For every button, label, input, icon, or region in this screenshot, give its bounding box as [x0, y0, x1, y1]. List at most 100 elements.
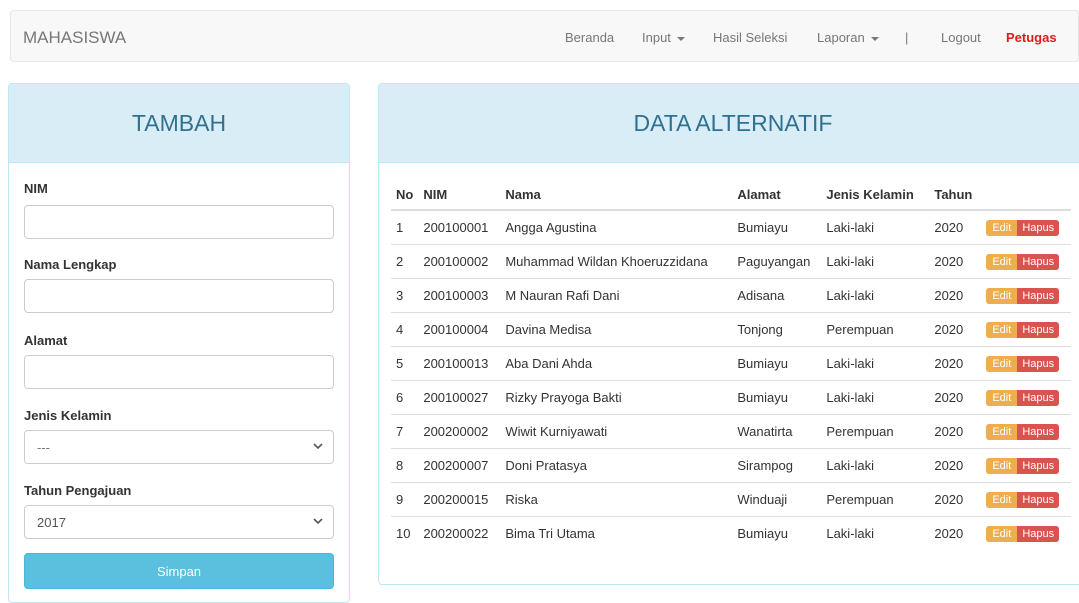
cell-nama: Doni Pratasya — [500, 448, 733, 483]
jenis-kelamin-value: --- — [37, 440, 50, 455]
table-row: 6 200100027 Rizky Prayoga Bakti Bumiayu Laki… — [391, 380, 1072, 415]
th-tahun: Tahun — [929, 179, 982, 211]
nav-laporan-label: Laporan — [817, 30, 865, 45]
table-body: 1 200100001 Angga Agustina Bumiayu Laki-laki… — [391, 209, 1072, 550]
hapus-button[interactable]: Hapus — [1017, 254, 1060, 270]
cell-actions: Edit Hapus — [981, 278, 1072, 313]
cell-jenis-kelamin: Perempuan — [821, 414, 930, 449]
cell-actions: Edit Hapus — [981, 312, 1072, 347]
nav-hasil-seleksi[interactable]: Hasil Seleksi — [713, 30, 787, 45]
cell-jenis-kelamin: Perempuan — [821, 312, 930, 347]
cell-alamat: Wanatirta — [732, 414, 822, 449]
cell-nim: 200200022 — [418, 516, 501, 550]
hapus-button[interactable]: Hapus — [1017, 390, 1060, 406]
caret-down-icon — [676, 36, 685, 41]
nim-input[interactable] — [24, 205, 334, 239]
alamat-label: Alamat — [24, 333, 68, 348]
hapus-button[interactable]: Hapus — [1017, 458, 1060, 474]
cell-jenis-kelamin: Laki-laki — [821, 346, 930, 381]
hapus-button[interactable]: Hapus — [1017, 492, 1060, 508]
cell-alamat: Sirampog — [732, 448, 822, 483]
cell-actions: Edit Hapus — [981, 516, 1072, 550]
edit-button[interactable]: Edit — [986, 424, 1018, 440]
nama-input[interactable] — [24, 279, 334, 313]
cell-nim: 200200007 — [418, 448, 501, 483]
edit-button[interactable]: Edit — [986, 492, 1018, 508]
cell-actions: Edit Hapus — [981, 244, 1072, 279]
tahun-value: 2017 — [37, 515, 66, 530]
edit-button[interactable]: Edit — [986, 254, 1018, 270]
table-header-row: No NIM Nama Alamat Jenis Kelamin Tahun — [391, 179, 1072, 211]
table-panel: DATA ALTERNATIF No NIM Nama Alamat Jenis… — [378, 83, 1079, 585]
hapus-button[interactable]: Hapus — [1017, 526, 1060, 542]
th-alamat: Alamat — [732, 179, 822, 211]
table-row: 8 200200007 Doni Pratasya Sirampog Laki-laki… — [391, 448, 1072, 483]
cell-alamat: Winduaji — [732, 482, 822, 517]
cell-nim: 200100003 — [418, 278, 501, 313]
cell-tahun: 2020 — [929, 346, 982, 381]
cell-no: 1 — [391, 209, 419, 245]
cell-actions: Edit Hapus — [981, 448, 1072, 483]
cell-nama: M Nauran Rafi Dani — [500, 278, 733, 313]
cell-jenis-kelamin: Laki-laki — [821, 209, 930, 245]
cell-tahun: 2020 — [929, 244, 982, 279]
th-nim: NIM — [418, 179, 501, 211]
hapus-button[interactable]: Hapus — [1017, 424, 1060, 440]
edit-button[interactable]: Edit — [986, 390, 1018, 406]
cell-no: 3 — [391, 278, 419, 313]
cell-jenis-kelamin: Laki-laki — [821, 278, 930, 313]
cell-alamat: Paguyangan — [732, 244, 822, 279]
nav-logout[interactable]: Logout — [941, 30, 981, 45]
hapus-button[interactable]: Hapus — [1017, 220, 1060, 236]
table-row: 2 200100002 Muhammad Wildan Khoeruzzidana P… — [391, 244, 1072, 279]
chevron-down-icon — [313, 518, 323, 525]
hapus-button[interactable]: Hapus — [1017, 288, 1060, 304]
cell-nim: 200200015 — [418, 482, 501, 517]
cell-jenis-kelamin: Perempuan — [821, 482, 930, 517]
cell-jenis-kelamin: Laki-laki — [821, 448, 930, 483]
table-panel-title: DATA ALTERNATIF — [379, 84, 1079, 163]
edit-button[interactable]: Edit — [986, 220, 1018, 236]
cell-tahun: 2020 — [929, 278, 982, 313]
edit-button[interactable]: Edit — [986, 288, 1018, 304]
cell-tahun: 2020 — [929, 448, 982, 483]
cell-actions: Edit Hapus — [981, 482, 1072, 517]
th-no: No — [391, 179, 419, 211]
cell-tahun: 2020 — [929, 312, 982, 347]
cell-tahun: 2020 — [929, 516, 982, 550]
edit-button[interactable]: Edit — [986, 458, 1018, 474]
th-jenis-kelamin: Jenis Kelamin — [821, 179, 930, 211]
nama-label: Nama Lengkap — [24, 257, 117, 272]
tahun-select[interactable]: 2017 — [24, 505, 334, 539]
cell-no: 7 — [391, 414, 419, 449]
cell-nama: Muhammad Wildan Khoeruzzidana — [500, 244, 733, 279]
nav-beranda[interactable]: Beranda — [565, 30, 614, 45]
alamat-input[interactable] — [24, 355, 334, 389]
th-nama: Nama — [500, 179, 733, 211]
cell-nim: 200100013 — [418, 346, 501, 381]
table-row: 7 200200002 Wiwit Kurniyawati Wanatirta Pere… — [391, 414, 1072, 449]
jenis-kelamin-select[interactable]: --- — [24, 430, 334, 464]
table-row: 5 200100013 Aba Dani Ahda Bumiayu Laki-laki 2… — [391, 346, 1072, 381]
nav-laporan[interactable]: Laporan — [817, 30, 879, 45]
caret-down-icon — [870, 36, 879, 41]
cell-tahun: 2020 — [929, 414, 982, 449]
edit-button[interactable]: Edit — [986, 356, 1018, 372]
cell-tahun: 2020 — [929, 380, 982, 415]
simpan-button[interactable]: Simpan — [24, 553, 334, 589]
brand[interactable]: MAHASISWA — [23, 28, 126, 48]
cell-no: 10 — [391, 516, 419, 550]
hapus-button[interactable]: Hapus — [1017, 356, 1060, 372]
edit-button[interactable]: Edit — [986, 526, 1018, 542]
cell-nim: 200100004 — [418, 312, 501, 347]
cell-nim: 200100002 — [418, 244, 501, 279]
cell-nim: 200100027 — [418, 380, 501, 415]
nav-user[interactable]: Petugas — [1006, 30, 1057, 45]
cell-alamat: Bumiayu — [732, 346, 822, 381]
form-panel: TAMBAH NIM Nama Lengkap Alamat Jenis Kel… — [8, 83, 350, 603]
nav-input[interactable]: Input — [642, 30, 685, 45]
hapus-button[interactable]: Hapus — [1017, 322, 1060, 338]
navbar: MAHASISWA Beranda Input Hasil Seleksi La… — [10, 10, 1079, 62]
edit-button[interactable]: Edit — [986, 322, 1018, 338]
cell-jenis-kelamin: Laki-laki — [821, 516, 930, 550]
